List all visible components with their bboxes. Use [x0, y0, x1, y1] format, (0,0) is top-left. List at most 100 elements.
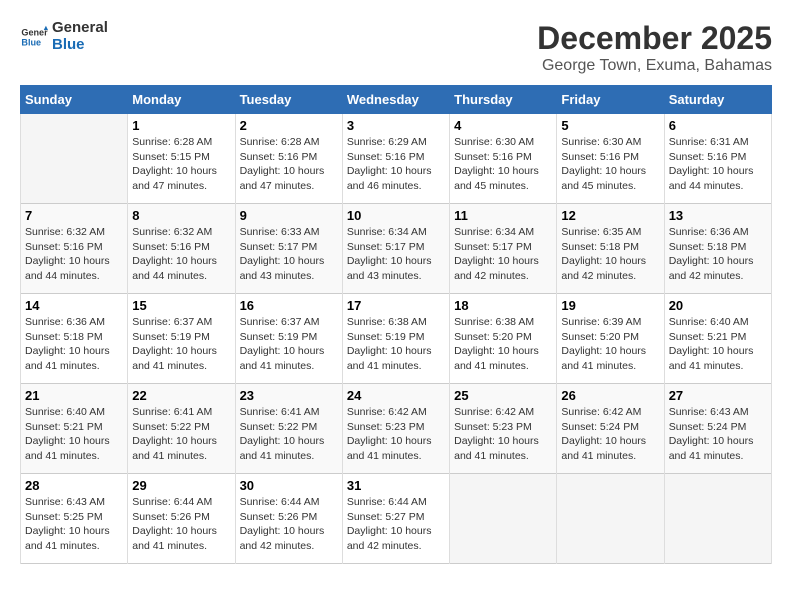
week-row-4: 21 Sunrise: 6:40 AMSunset: 5:21 PMDayligh… [21, 384, 772, 474]
day-cell: 12 Sunrise: 6:35 AMSunset: 5:18 PMDayligh… [557, 204, 664, 294]
day-number: 17 [347, 298, 445, 313]
day-cell: 8 Sunrise: 6:32 AMSunset: 5:16 PMDaylight… [128, 204, 235, 294]
day-number: 15 [132, 298, 230, 313]
header-saturday: Saturday [664, 86, 771, 114]
day-cell [21, 114, 128, 204]
day-number: 11 [454, 208, 552, 223]
day-number: 5 [561, 118, 659, 133]
day-info: Sunrise: 6:44 AMSunset: 5:26 PMDaylight:… [240, 495, 338, 554]
day-info: Sunrise: 6:33 AMSunset: 5:17 PMDaylight:… [240, 225, 338, 284]
day-info: Sunrise: 6:28 AMSunset: 5:16 PMDaylight:… [240, 135, 338, 194]
day-number: 2 [240, 118, 338, 133]
day-info: Sunrise: 6:34 AMSunset: 5:17 PMDaylight:… [347, 225, 445, 284]
day-number: 13 [669, 208, 767, 223]
day-number: 26 [561, 388, 659, 403]
week-row-2: 7 Sunrise: 6:32 AMSunset: 5:16 PMDaylight… [21, 204, 772, 294]
day-cell: 29 Sunrise: 6:44 AMSunset: 5:26 PMDayligh… [128, 474, 235, 564]
page-header: General Blue General Blue December 2025 … [20, 20, 772, 75]
day-info: Sunrise: 6:28 AMSunset: 5:15 PMDaylight:… [132, 135, 230, 194]
header-monday: Monday [128, 86, 235, 114]
day-number: 1 [132, 118, 230, 133]
day-number: 9 [240, 208, 338, 223]
svg-text:Blue: Blue [21, 37, 41, 47]
day-cell: 14Sunrise: 6:36 AMSunset: 5:18 PMDayligh… [21, 294, 128, 384]
day-cell: 6 Sunrise: 6:31 AMSunset: 5:16 PMDaylight… [664, 114, 771, 204]
day-info: Sunrise: 6:42 AMSunset: 5:24 PMDaylight:… [561, 405, 659, 464]
day-info: Sunrise: 6:44 AMSunset: 5:26 PMDaylight:… [132, 495, 230, 554]
day-info: Sunrise: 6:42 AMSunset: 5:23 PMDaylight:… [347, 405, 445, 464]
calendar-header-row: SundayMondayTuesdayWednesdayThursdayFrid… [21, 86, 772, 114]
day-info: Sunrise: 6:35 AMSunset: 5:18 PMDaylight:… [561, 225, 659, 284]
day-cell: 2 Sunrise: 6:28 AMSunset: 5:16 PMDaylight… [235, 114, 342, 204]
day-cell: 31 Sunrise: 6:44 AMSunset: 5:27 PMDayligh… [342, 474, 449, 564]
logo-icon: General Blue [20, 23, 48, 51]
day-cell: 11 Sunrise: 6:34 AMSunset: 5:17 PMDayligh… [450, 204, 557, 294]
day-cell: 27 Sunrise: 6:43 AMSunset: 5:24 PMDayligh… [664, 384, 771, 474]
day-cell: 30 Sunrise: 6:44 AMSunset: 5:26 PMDayligh… [235, 474, 342, 564]
day-info: Sunrise: 6:43 AMSunset: 5:25 PMDaylight:… [25, 495, 123, 554]
svg-text:General: General [21, 27, 48, 37]
location-title: George Town, Exuma, Bahamas [537, 57, 772, 75]
day-number: 21 [25, 388, 123, 403]
day-number: 16 [240, 298, 338, 313]
day-info: Sunrise: 6:39 AMSunset: 5:20 PMDaylight:… [561, 315, 659, 374]
day-number: 3 [347, 118, 445, 133]
day-number: 29 [132, 478, 230, 493]
header-sunday: Sunday [21, 86, 128, 114]
day-cell: 25Sunrise: 6:42 AMSunset: 5:23 PMDayligh… [450, 384, 557, 474]
day-cell: 23Sunrise: 6:41 AMSunset: 5:22 PMDayligh… [235, 384, 342, 474]
day-number: 4 [454, 118, 552, 133]
month-title: December 2025 [537, 20, 772, 57]
day-number: 8 [132, 208, 230, 223]
calendar-table: SundayMondayTuesdayWednesdayThursdayFrid… [20, 85, 772, 564]
day-info: Sunrise: 6:36 AMSunset: 5:18 PMDaylight:… [25, 315, 123, 374]
day-cell: 4 Sunrise: 6:30 AMSunset: 5:16 PMDaylight… [450, 114, 557, 204]
day-number: 7 [25, 208, 123, 223]
day-info: Sunrise: 6:43 AMSunset: 5:24 PMDaylight:… [669, 405, 767, 464]
day-number: 19 [561, 298, 659, 313]
day-info: Sunrise: 6:40 AMSunset: 5:21 PMDaylight:… [669, 315, 767, 374]
day-cell: 3 Sunrise: 6:29 AMSunset: 5:16 PMDaylight… [342, 114, 449, 204]
header-friday: Friday [557, 86, 664, 114]
day-info: Sunrise: 6:44 AMSunset: 5:27 PMDaylight:… [347, 495, 445, 554]
title-block: December 2025 George Town, Exuma, Bahama… [537, 20, 772, 75]
day-info: Sunrise: 6:40 AMSunset: 5:21 PMDaylight:… [25, 405, 123, 464]
week-row-3: 14Sunrise: 6:36 AMSunset: 5:18 PMDayligh… [21, 294, 772, 384]
day-number: 31 [347, 478, 445, 493]
header-thursday: Thursday [450, 86, 557, 114]
day-cell: 15 Sunrise: 6:37 AMSunset: 5:19 PMDayligh… [128, 294, 235, 384]
day-number: 25 [454, 388, 552, 403]
day-info: Sunrise: 6:38 AMSunset: 5:20 PMDaylight:… [454, 315, 552, 374]
logo: General Blue General Blue [20, 20, 108, 53]
day-cell: 20Sunrise: 6:40 AMSunset: 5:21 PMDayligh… [664, 294, 771, 384]
day-cell: 17Sunrise: 6:38 AMSunset: 5:19 PMDayligh… [342, 294, 449, 384]
day-info: Sunrise: 6:32 AMSunset: 5:16 PMDaylight:… [132, 225, 230, 284]
day-cell: 13Sunrise: 6:36 AMSunset: 5:18 PMDayligh… [664, 204, 771, 294]
day-number: 10 [347, 208, 445, 223]
day-cell: 21 Sunrise: 6:40 AMSunset: 5:21 PMDayligh… [21, 384, 128, 474]
day-cell: 9 Sunrise: 6:33 AMSunset: 5:17 PMDaylight… [235, 204, 342, 294]
day-cell: 16 Sunrise: 6:37 AMSunset: 5:19 PMDayligh… [235, 294, 342, 384]
week-row-5: 28 Sunrise: 6:43 AMSunset: 5:25 PMDayligh… [21, 474, 772, 564]
day-info: Sunrise: 6:41 AMSunset: 5:22 PMDaylight:… [132, 405, 230, 464]
day-cell: 10 Sunrise: 6:34 AMSunset: 5:17 PMDayligh… [342, 204, 449, 294]
day-info: Sunrise: 6:29 AMSunset: 5:16 PMDaylight:… [347, 135, 445, 194]
day-number: 22 [132, 388, 230, 403]
day-info: Sunrise: 6:37 AMSunset: 5:19 PMDaylight:… [132, 315, 230, 374]
day-number: 27 [669, 388, 767, 403]
day-number: 24 [347, 388, 445, 403]
day-info: Sunrise: 6:30 AMSunset: 5:16 PMDaylight:… [454, 135, 552, 194]
day-cell: 18Sunrise: 6:38 AMSunset: 5:20 PMDayligh… [450, 294, 557, 384]
day-number: 6 [669, 118, 767, 133]
day-info: Sunrise: 6:34 AMSunset: 5:17 PMDaylight:… [454, 225, 552, 284]
week-row-1: 1 Sunrise: 6:28 AMSunset: 5:15 PMDaylight… [21, 114, 772, 204]
day-cell: 5Sunrise: 6:30 AMSunset: 5:16 PMDaylight… [557, 114, 664, 204]
day-cell: 19 Sunrise: 6:39 AMSunset: 5:20 PMDayligh… [557, 294, 664, 384]
day-info: Sunrise: 6:37 AMSunset: 5:19 PMDaylight:… [240, 315, 338, 374]
day-number: 28 [25, 478, 123, 493]
day-number: 12 [561, 208, 659, 223]
day-info: Sunrise: 6:31 AMSunset: 5:16 PMDaylight:… [669, 135, 767, 194]
header-tuesday: Tuesday [235, 86, 342, 114]
day-number: 30 [240, 478, 338, 493]
day-cell: 1 Sunrise: 6:28 AMSunset: 5:15 PMDaylight… [128, 114, 235, 204]
